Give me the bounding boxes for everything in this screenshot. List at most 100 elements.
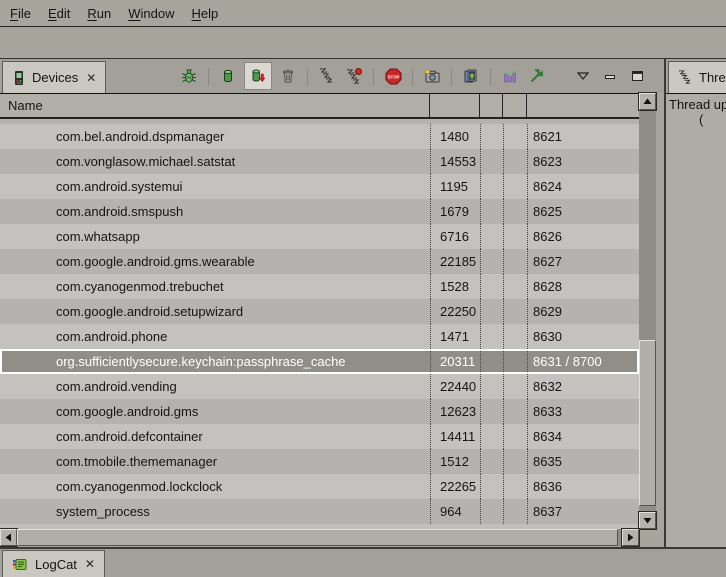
cell-port: 8631 / 8700: [527, 349, 639, 374]
cell-pid: 22185: [430, 249, 480, 274]
cell-empty1: [480, 324, 503, 349]
vertical-scrollbar-thumb[interactable]: [639, 340, 656, 506]
horizontal-scrollbar[interactable]: [0, 529, 639, 546]
main-area: Devices ✕: [0, 59, 726, 547]
start-method-profiling-icon[interactable]: [343, 65, 365, 87]
toolbar-separator: [490, 68, 491, 85]
cell-name: com.bel.android.dspmanager: [0, 124, 430, 149]
cell-name: org.sufficientlysecure.keychain:passphra…: [0, 349, 430, 374]
cell-name: com.android.smspush: [0, 199, 430, 224]
cell-empty1: [480, 474, 503, 499]
table-row[interactable]: com.android.smspush 1679 8625: [0, 199, 639, 224]
cell-pid: 1512: [430, 449, 480, 474]
column-header-empty1[interactable]: [480, 94, 503, 117]
cell-empty1: [480, 299, 503, 324]
cell-empty2: [503, 374, 527, 399]
update-heap-icon[interactable]: [217, 65, 239, 87]
cell-port: 8637: [527, 499, 639, 524]
cell-port: 8634: [527, 424, 639, 449]
logcat-icon: [12, 557, 29, 572]
debug-process-icon[interactable]: [178, 65, 200, 87]
minimize-icon[interactable]: [599, 65, 621, 87]
cell-name: com.tmobile.thememanager: [0, 449, 430, 474]
toolbar-separator: [307, 68, 308, 85]
devices-view: Devices ✕: [0, 59, 666, 547]
menu-edit[interactable]: Edit: [48, 6, 70, 21]
cell-empty2: [503, 449, 527, 474]
table-row[interactable]: com.tmobile.thememanager 1512 8635: [0, 449, 639, 474]
cell-pid: 1480: [430, 124, 480, 149]
cell-pid: 14411: [430, 424, 480, 449]
scroll-right-button[interactable]: [622, 529, 639, 546]
menu-help[interactable]: Help: [191, 6, 218, 21]
cell-pid: 1528: [430, 274, 480, 299]
table-row[interactable]: com.whatsapp 6716 8626: [0, 224, 639, 249]
scroll-down-button[interactable]: [639, 512, 656, 529]
cell-pid: 6716: [430, 224, 480, 249]
menu-window[interactable]: Window: [128, 6, 174, 21]
toolbar-separator: [373, 68, 374, 85]
cell-pid: 1679: [430, 199, 480, 224]
svg-text:STOP: STOP: [387, 74, 399, 79]
scroll-left-button[interactable]: [0, 529, 17, 546]
column-header-empty2[interactable]: [503, 94, 527, 117]
table-row[interactable]: system_process 964 8637: [0, 499, 639, 524]
cause-gc-trash-icon[interactable]: [277, 65, 299, 87]
tab-devices[interactable]: Devices ✕: [2, 61, 106, 93]
table-row[interactable]: com.vonglasow.michael.satstat 14553 8623: [0, 149, 639, 174]
table-row[interactable]: com.cyanogenmod.lockclock 22265 8636: [0, 474, 639, 499]
table-row[interactable]: com.android.phone 1471 8630: [0, 324, 639, 349]
close-icon[interactable]: ✕: [86, 71, 96, 85]
cell-pid: 22440: [430, 374, 480, 399]
maximize-icon[interactable]: [626, 65, 648, 87]
table-row[interactable]: com.bel.android.dspmanager 1480 8621: [0, 124, 639, 149]
stop-process-icon[interactable]: STOP: [382, 65, 404, 87]
dump-view-hierarchy-icon[interactable]: [460, 65, 482, 87]
capture-system-trace-icon[interactable]: [526, 65, 548, 87]
column-header-name[interactable]: Name: [0, 94, 430, 117]
cell-pid: 1471: [430, 324, 480, 349]
scroll-up-button[interactable]: [639, 93, 656, 110]
screen-capture-camera-icon[interactable]: [421, 65, 443, 87]
cell-empty1: [480, 374, 503, 399]
table-row[interactable]: com.android.defcontainer 14411 8634: [0, 424, 639, 449]
tab-logcat[interactable]: LogCat ✕: [2, 550, 105, 577]
column-header-port[interactable]: [527, 94, 639, 117]
menu-file[interactable]: File: [10, 6, 31, 21]
tab-threads[interactable]: Threads: [668, 61, 726, 93]
table-row[interactable]: com.google.android.gms 12623 8633: [0, 399, 639, 424]
horizontal-scrollbar-thumb[interactable]: [17, 529, 618, 546]
cell-pid: 12623: [430, 399, 480, 424]
cell-empty2: [503, 249, 527, 274]
toolbar-separator: [451, 68, 452, 85]
cell-empty2: [503, 149, 527, 174]
cell-name: com.android.vending: [0, 374, 430, 399]
threads-message-line1: Thread up: [669, 97, 726, 112]
cell-empty1: [480, 224, 503, 249]
cell-empty2: [503, 499, 527, 524]
table-row[interactable]: com.google.android.setupwizard 22250 862…: [0, 299, 639, 324]
start-opengl-trace-icon[interactable]: [499, 65, 521, 87]
table-row[interactable]: com.android.systemui 1195 8624: [0, 174, 639, 199]
column-header-pid[interactable]: [430, 94, 480, 117]
cell-empty1: [480, 274, 503, 299]
vertical-scrollbar[interactable]: [639, 93, 656, 529]
cell-name: com.android.phone: [0, 324, 430, 349]
threads-panel-content: Thread up (: [666, 93, 726, 547]
table-row[interactable]: org.sufficientlysecure.keychain:passphra…: [0, 349, 639, 374]
cell-port: 8628: [527, 274, 639, 299]
device-table-header: Name: [0, 93, 639, 119]
cell-port: 8633: [527, 399, 639, 424]
cell-name: com.android.defcontainer: [0, 424, 430, 449]
cell-empty2: [503, 274, 527, 299]
view-menu-icon[interactable]: [572, 65, 594, 87]
dump-hprof-icon[interactable]: [244, 62, 272, 90]
close-icon[interactable]: ✕: [85, 557, 95, 571]
table-row[interactable]: com.cyanogenmod.trebuchet 1528 8628: [0, 274, 639, 299]
cell-empty2: [503, 324, 527, 349]
cell-empty1: [480, 449, 503, 474]
menu-run[interactable]: Run: [87, 6, 111, 21]
table-row[interactable]: com.google.android.gms.wearable 22185 86…: [0, 249, 639, 274]
table-row[interactable]: com.android.vending 22440 8632: [0, 374, 639, 399]
update-threads-icon[interactable]: [316, 65, 338, 87]
